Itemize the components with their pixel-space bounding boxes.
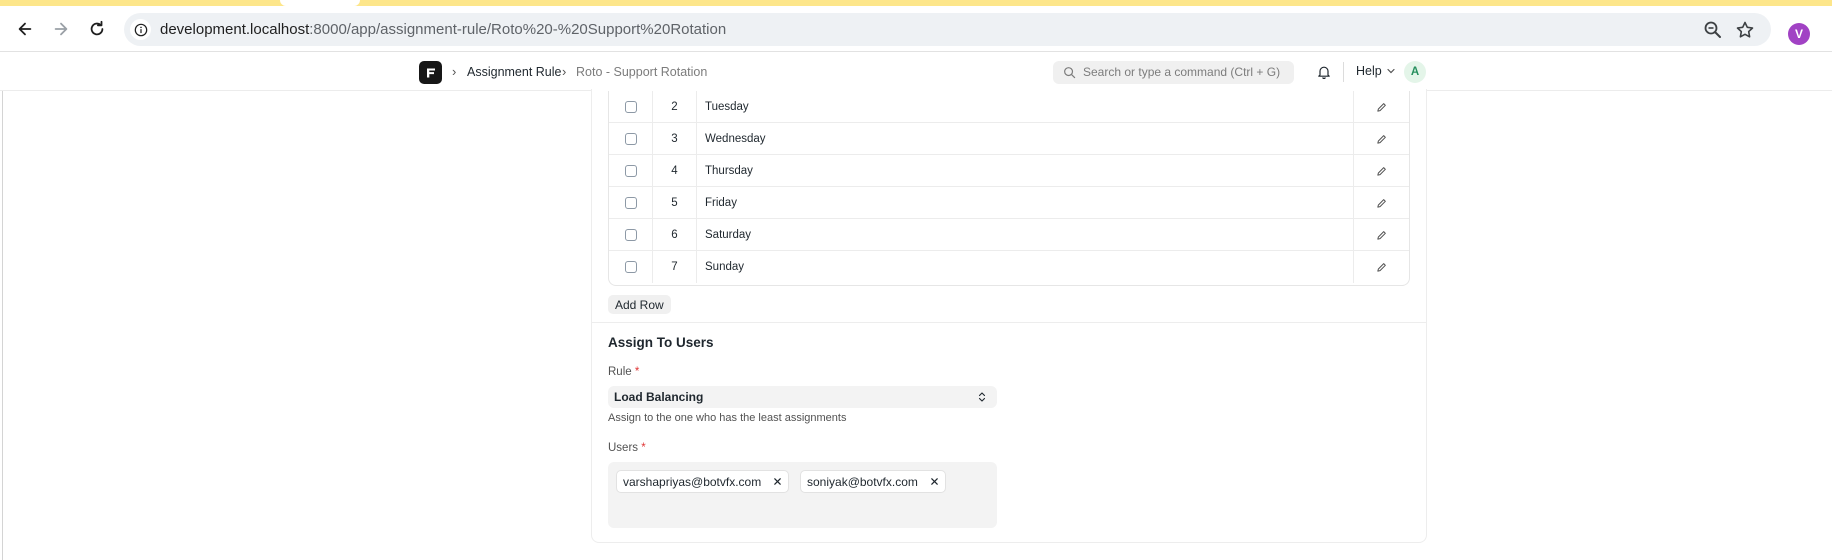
row-index: 3	[653, 123, 697, 155]
users-multiselect-input[interactable]: varshapriyas@botvfx.com soniyak@botvfx.c…	[608, 462, 997, 528]
breadcrumb-assignment-rule[interactable]: Assignment Rule	[467, 65, 562, 79]
browser-toolbar: development.localhost:8000/app/assignmen…	[0, 6, 1832, 52]
select-updown-icon	[978, 392, 986, 402]
back-button[interactable]	[12, 16, 38, 42]
help-dropdown[interactable]: Help	[1356, 64, 1396, 78]
row-day-cell[interactable]: Tuesday	[697, 91, 1354, 123]
row-edit-button[interactable]	[1354, 123, 1409, 155]
app-logo[interactable]	[419, 61, 442, 84]
row-day-cell[interactable]: Wednesday	[697, 123, 1354, 155]
url-host: development.localhost	[160, 21, 310, 38]
row-select-checkbox[interactable]	[609, 91, 653, 123]
user-avatar[interactable]: A	[1404, 61, 1426, 83]
table-row[interactable]: 2 Tuesday	[609, 91, 1409, 123]
row-index: 7	[653, 251, 697, 283]
arrow-right-icon	[54, 22, 68, 36]
app-navbar: › Assignment Rule › Roto - Support Rotat…	[0, 53, 1832, 91]
breadcrumb-separator-icon: ›	[562, 64, 567, 79]
row-select-checkbox[interactable]	[609, 155, 653, 187]
rule-field-label: Rule *	[608, 366, 639, 378]
row-index: 2	[653, 91, 697, 123]
row-edit-button[interactable]	[1354, 219, 1409, 251]
remove-user-icon[interactable]	[773, 477, 782, 486]
rule-select[interactable]: Load Balancing	[608, 386, 997, 408]
arrow-left-icon	[18, 22, 32, 36]
address-bar[interactable]: development.localhost:8000/app/assignmen…	[124, 13, 1771, 46]
breadcrumb-current-doc: Roto - Support Rotation	[576, 65, 708, 79]
row-select-checkbox[interactable]	[609, 187, 653, 219]
url-text: development.localhost:8000/app/assignmen…	[160, 21, 726, 38]
required-mark: *	[641, 442, 646, 454]
chevron-down-icon	[1387, 68, 1395, 74]
row-edit-button[interactable]	[1354, 91, 1409, 123]
table-row[interactable]: 6 Saturday	[609, 219, 1409, 251]
section-title-assign-to-users: Assign To Users	[608, 335, 714, 350]
pencil-icon	[1377, 262, 1386, 272]
remove-user-icon[interactable]	[930, 477, 939, 486]
pencil-icon	[1377, 102, 1386, 112]
table-row[interactable]: 3 Wednesday	[609, 123, 1409, 155]
site-info-button[interactable]	[130, 19, 151, 40]
search-icon	[1064, 67, 1076, 79]
section-divider	[592, 322, 1426, 323]
pencil-icon	[1377, 230, 1386, 240]
pencil-icon	[1377, 166, 1386, 176]
search-placeholder: Search or type a command (Ctrl + G)	[1083, 65, 1281, 79]
row-edit-button[interactable]	[1354, 155, 1409, 187]
row-select-checkbox[interactable]	[609, 123, 653, 155]
browser-profile-avatar[interactable]: V	[1788, 23, 1810, 45]
user-pill-label: varshapriyas@botvfx.com	[623, 474, 762, 489]
required-mark: *	[634, 366, 640, 378]
row-day-cell[interactable]: Sunday	[697, 251, 1354, 283]
row-index: 6	[653, 219, 697, 251]
table-row[interactable]: 5 Friday	[609, 187, 1409, 219]
notification-bell-icon[interactable]	[1316, 64, 1332, 80]
info-icon	[134, 23, 147, 36]
breadcrumb-separator-icon: ›	[452, 64, 457, 79]
schedule-child-table: 2 Tuesday 3 Wednesday 4 Thursday 5 Frida…	[608, 91, 1410, 286]
add-row-button[interactable]: Add Row	[608, 295, 671, 314]
row-edit-button[interactable]	[1354, 251, 1409, 283]
page-content: 2 Tuesday 3 Wednesday 4 Thursday 5 Frida…	[0, 89, 1832, 560]
row-select-checkbox[interactable]	[609, 251, 653, 283]
row-day-cell[interactable]: Thursday	[697, 155, 1354, 187]
user-pill-label: soniyak@botvfx.com	[807, 474, 918, 489]
row-day-cell[interactable]: Saturday	[697, 219, 1354, 251]
left-edge-divider	[2, 91, 3, 560]
row-select-checkbox[interactable]	[609, 219, 653, 251]
row-index: 4	[653, 155, 697, 187]
navbar-divider	[1343, 62, 1344, 82]
zoom-icon[interactable]	[1703, 20, 1723, 40]
users-field-label: Users *	[608, 442, 646, 454]
row-day-cell[interactable]: Friday	[697, 187, 1354, 219]
row-edit-button[interactable]	[1354, 187, 1409, 219]
help-label: Help	[1356, 64, 1382, 78]
users-label-text: Users	[608, 442, 639, 454]
pencil-icon	[1377, 198, 1386, 208]
bookmark-star-icon[interactable]	[1735, 20, 1755, 40]
frappe-logo-icon	[426, 68, 435, 77]
table-row[interactable]: 7 Sunday	[609, 251, 1409, 283]
user-pill[interactable]: soniyak@botvfx.com	[800, 470, 946, 493]
row-index: 5	[653, 187, 697, 219]
url-path: :8000/app/assignment-rule/Roto%20-%20Sup…	[309, 21, 727, 38]
rule-label-text: Rule	[608, 366, 632, 378]
pencil-icon	[1377, 134, 1386, 144]
reload-icon	[90, 20, 104, 36]
table-row[interactable]: 4 Thursday	[609, 155, 1409, 187]
user-pill[interactable]: varshapriyas@botvfx.com	[616, 470, 790, 493]
rule-description: Assign to the one who has the least assi…	[608, 412, 847, 424]
awesomebar-search-input[interactable]: Search or type a command (Ctrl + G)	[1053, 61, 1294, 84]
forward-button[interactable]	[48, 16, 74, 42]
reload-button[interactable]	[84, 16, 110, 42]
rule-select-value: Load Balancing	[614, 390, 704, 404]
